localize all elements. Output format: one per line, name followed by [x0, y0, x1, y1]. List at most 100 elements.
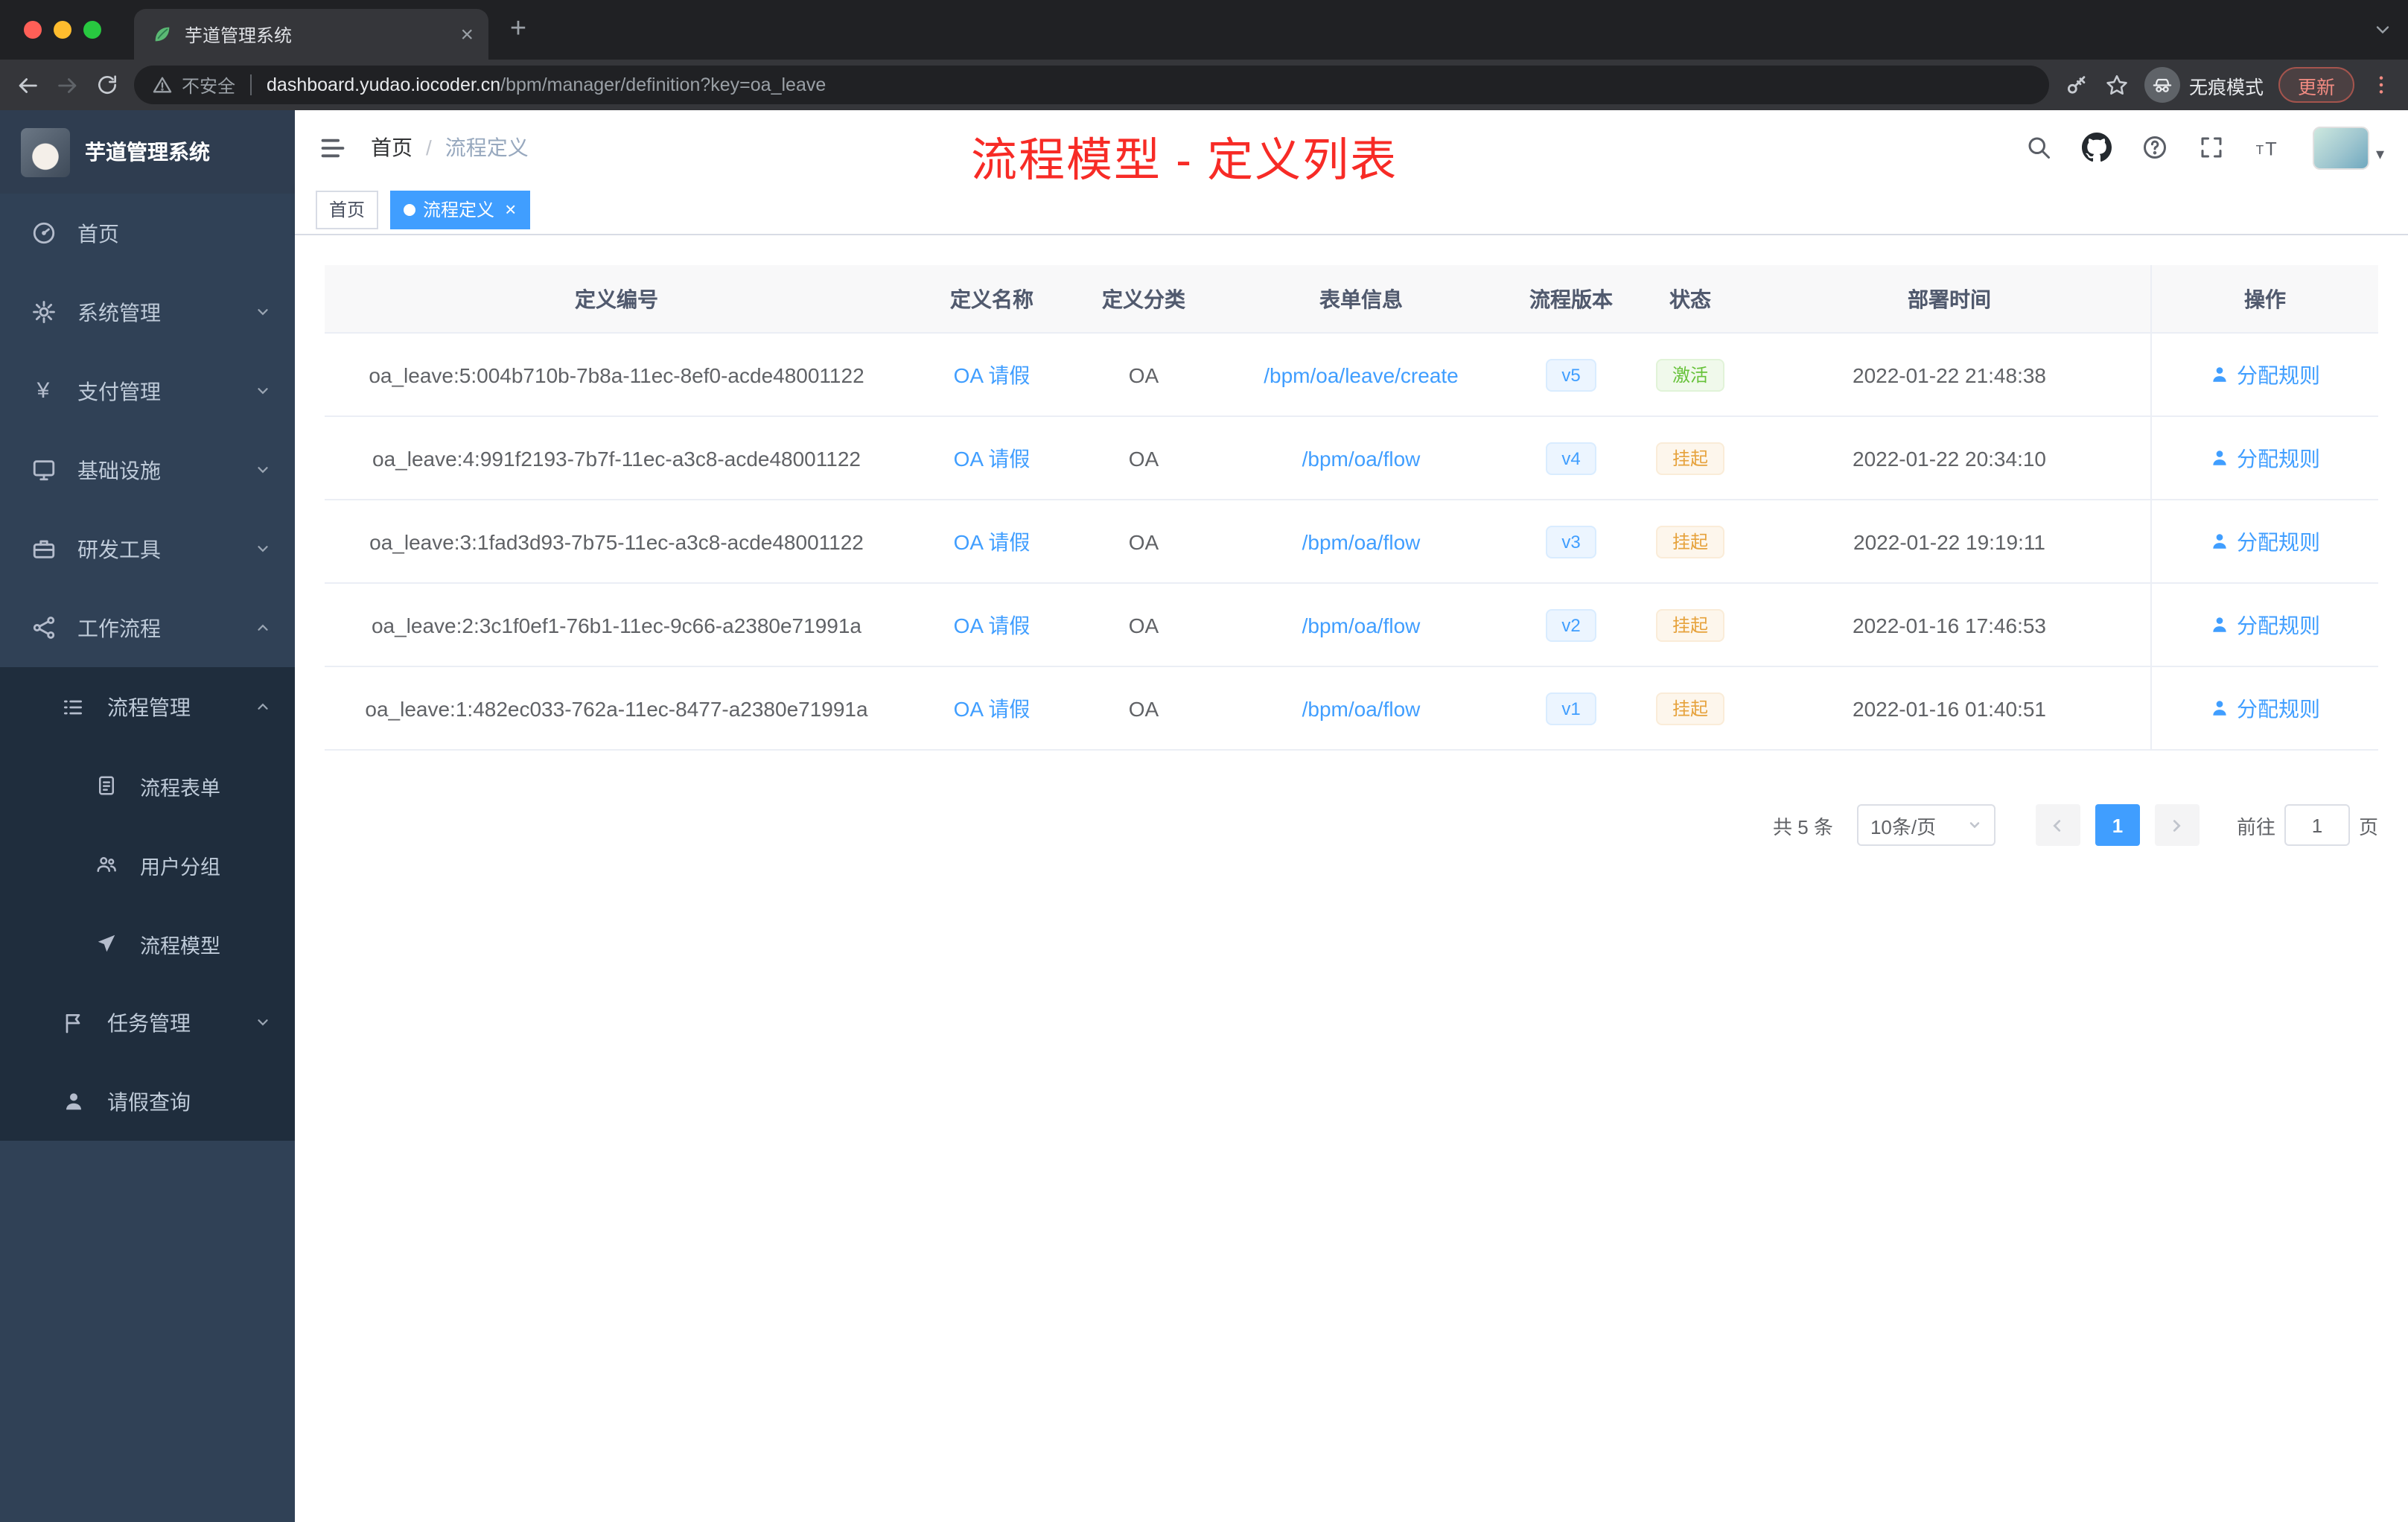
window-zoom-button[interactable]: [83, 21, 101, 39]
tab-search-chevron-icon[interactable]: [2372, 19, 2393, 40]
help-icon[interactable]: [2142, 134, 2169, 161]
content-area: 定义编号 定义名称 定义分类 表单信息 流程版本 状态 部署时间 操作 oa_l: [295, 235, 2408, 1522]
url-text: dashboard.yudao.iocoder.cn/bpm/manager/d…: [267, 74, 826, 95]
status-badge: 挂起: [1655, 692, 1724, 725]
cell-category: OA: [1075, 417, 1212, 500]
page-goto-input[interactable]: [2284, 804, 2350, 846]
sidebar-item-infrastructure[interactable]: 基础设施: [0, 430, 295, 509]
bookmark-star-icon[interactable]: [2104, 72, 2130, 98]
sidebar-item-label: 支付管理: [77, 379, 161, 403]
sidebar-item-label: 用户分组: [140, 856, 220, 878]
status-badge: 挂起: [1655, 525, 1724, 558]
cell-id: oa_leave:3:1fad3d93-7b75-11ec-a3c8-acde4…: [325, 500, 908, 584]
user-icon: [60, 1090, 86, 1112]
user-avatar-menu[interactable]: ▾: [2313, 126, 2384, 169]
sidebar-item-devtools[interactable]: 研发工具: [0, 509, 295, 588]
window-close-button[interactable]: [24, 21, 42, 39]
browser-tabstrip: 芋道管理系统 × +: [0, 0, 2408, 60]
window-minimize-button[interactable]: [54, 21, 71, 39]
sidebar-item-home[interactable]: 首页: [0, 194, 295, 273]
assign-rule-button[interactable]: 分配规则: [2210, 443, 2320, 473]
tag-home[interactable]: 首页: [316, 190, 379, 229]
incognito-icon: [2144, 67, 2180, 103]
sidebar-item-system[interactable]: 系统管理: [0, 273, 295, 351]
name-link[interactable]: OA 请假: [954, 446, 1031, 470]
password-key-icon[interactable]: [2064, 72, 2089, 98]
tag-label: 流程定义: [423, 200, 495, 220]
next-page-button[interactable]: [2154, 804, 2200, 846]
sidebar-item-label: 流程表单: [140, 777, 220, 799]
fullscreen-icon[interactable]: [2199, 134, 2226, 161]
breadcrumb: 首页 / 流程定义: [371, 133, 529, 162]
tag-label: 首页: [329, 200, 366, 220]
user-icon: [2213, 534, 2226, 549]
cell-id: oa_leave:1:482ec033-762a-11ec-8477-a2380…: [325, 667, 908, 751]
dashboard-icon: [30, 220, 57, 246]
page-size-select[interactable]: 10条/页: [1856, 804, 1995, 846]
sidebar-item-label: 首页: [77, 221, 119, 245]
prev-page-button[interactable]: [2035, 804, 2080, 846]
form-link[interactable]: /bpm/oa/flow: [1302, 696, 1421, 720]
browser-tab[interactable]: 芋道管理系统 ×: [134, 9, 488, 60]
sidebar-item-process-model[interactable]: 流程模型: [0, 904, 295, 983]
sidebar-item-workflow[interactable]: 工作流程: [0, 588, 295, 667]
chrome-update-button[interactable]: 更新: [2278, 67, 2354, 103]
sidebar-item-leave-query[interactable]: 请假查询: [0, 1062, 295, 1141]
page-number-button[interactable]: 1: [2095, 804, 2140, 846]
assign-rule-button[interactable]: 分配规则: [2210, 693, 2320, 723]
col-header-time: 部署时间: [1748, 265, 2150, 334]
form-link[interactable]: /bpm/oa/flow: [1302, 613, 1421, 637]
reload-button[interactable]: [95, 73, 119, 97]
sidebar-item-label: 基础设施: [77, 458, 161, 482]
name-link[interactable]: OA 请假: [954, 613, 1031, 637]
breadcrumb-home[interactable]: 首页: [371, 133, 413, 162]
form-link[interactable]: /bpm/oa/leave/create: [1264, 363, 1459, 386]
task-icon: [60, 1010, 86, 1034]
incognito-chip: 无痕模式: [2144, 67, 2264, 103]
assign-rule-button[interactable]: 分配规则: [2210, 360, 2320, 389]
new-tab-button[interactable]: +: [497, 9, 539, 51]
tag-process-definition[interactable]: 流程定义 ×: [390, 190, 530, 229]
name-link[interactable]: OA 请假: [954, 529, 1031, 553]
sidebar-item-task-management[interactable]: 任务管理: [0, 983, 295, 1062]
search-icon[interactable]: [2026, 134, 2053, 161]
chevron-down-icon: [255, 383, 271, 399]
chevron-down-icon: [255, 541, 271, 557]
forward-button[interactable]: [55, 72, 80, 98]
sidebar-item-label: 工作流程: [77, 616, 161, 640]
github-icon[interactable]: [2082, 133, 2112, 162]
address-bar[interactable]: 不安全 dashboard.yudao.iocoder.cn/bpm/manag…: [134, 66, 2049, 104]
svg-text:T: T: [2266, 138, 2277, 159]
sidebar-item-process-form[interactable]: 流程表单: [0, 746, 295, 825]
form-link[interactable]: /bpm/oa/flow: [1302, 529, 1421, 553]
close-icon[interactable]: ×: [505, 200, 516, 219]
hamburger-icon[interactable]: [319, 133, 347, 162]
caret-down-icon: ▾: [2375, 145, 2384, 164]
assign-rule-button[interactable]: 分配规则: [2210, 526, 2320, 556]
favicon-leaf-icon: [152, 24, 173, 45]
workflow-icon: [30, 615, 57, 640]
toolbox-icon: [30, 536, 57, 561]
tab-close-icon[interactable]: ×: [457, 20, 477, 48]
back-button[interactable]: [15, 72, 40, 98]
sidebar-logo[interactable]: 芋道管理系统: [0, 110, 295, 194]
sidebar-item-process-management[interactable]: 流程管理: [0, 667, 295, 746]
sidebar-item-user-group[interactable]: 用户分组: [0, 825, 295, 904]
name-link[interactable]: OA 请假: [954, 363, 1031, 386]
user-icon: [2213, 367, 2226, 382]
cell-time: 2022-01-16 01:40:51: [1748, 667, 2150, 751]
table-row: oa_leave:3:1fad3d93-7b75-11ec-a3c8-acde4…: [325, 500, 2378, 584]
chevron-down-icon: [1967, 818, 1982, 832]
assign-rule-button[interactable]: 分配规则: [2210, 610, 2320, 640]
cell-time: 2022-01-16 17:46:53: [1748, 584, 2150, 667]
version-tag: v1: [1545, 692, 1597, 725]
table-row: oa_leave:2:3c1f0ef1-76b1-11ec-9c66-a2380…: [325, 584, 2378, 667]
name-link[interactable]: OA 请假: [954, 696, 1031, 720]
sidebar-item-label: 任务管理: [107, 1010, 191, 1034]
col-header-form: 表单信息: [1212, 265, 1510, 334]
browser-menu-icon[interactable]: [2369, 73, 2393, 97]
sidebar-item-payment[interactable]: ¥ 支付管理: [0, 351, 295, 430]
form-link[interactable]: /bpm/oa/flow: [1302, 446, 1421, 470]
font-size-icon[interactable]: TT: [2255, 133, 2284, 162]
url-divider: [250, 74, 252, 95]
